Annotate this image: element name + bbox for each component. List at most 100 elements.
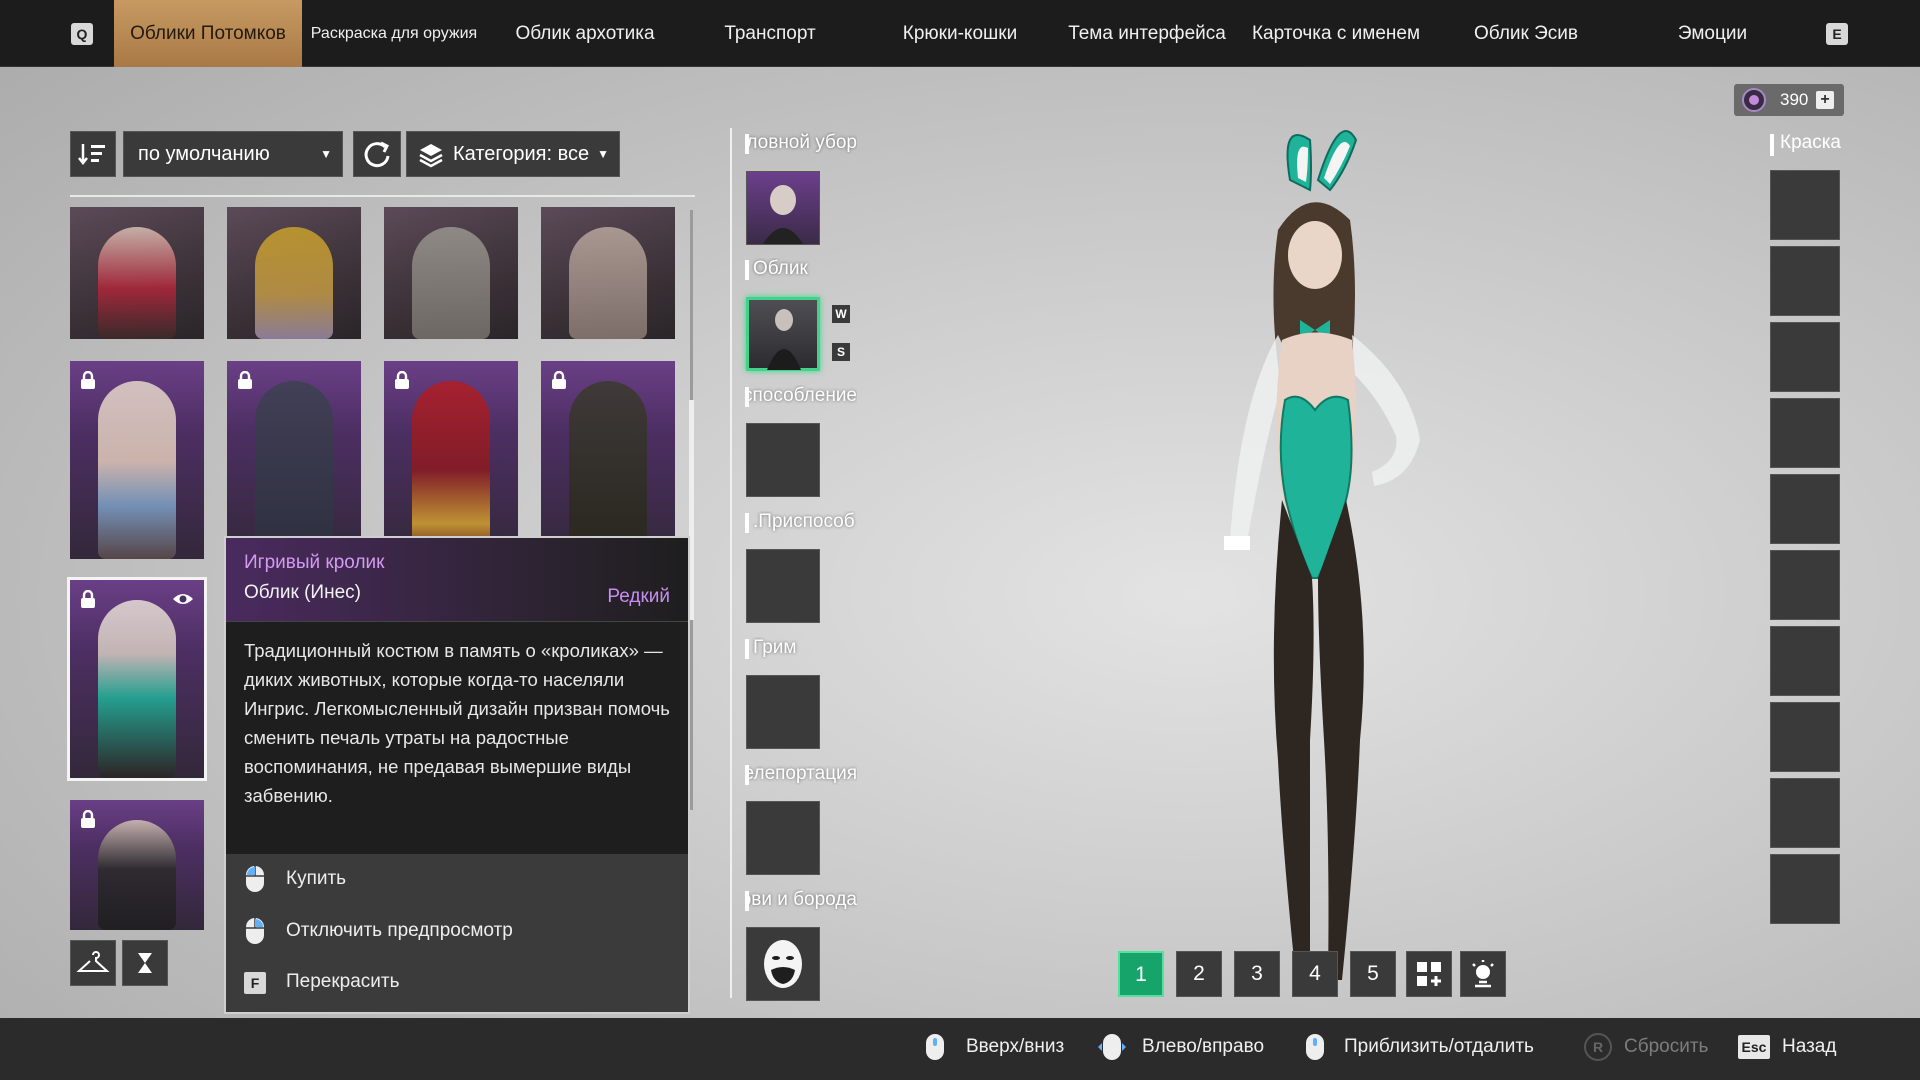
hint-left-right: Влево/вправо: [1142, 1036, 1265, 1057]
top-nav: Q Облики Потомков Раскраска для оружия О…: [0, 0, 1920, 67]
preset-3[interactable]: 3: [1234, 951, 1280, 997]
headwear-thumbnail-icon: [763, 185, 803, 244]
hint-back[interactable]: Назад: [1782, 1036, 1836, 1058]
mouse-left-click-icon: [246, 866, 264, 892]
next-tab-key[interactable]: E: [1826, 23, 1848, 45]
paint-slot[interactable]: [1770, 626, 1840, 696]
skin-card-locked[interactable]: [384, 361, 518, 559]
skin-card[interactable]: [70, 207, 204, 339]
tab-descendant-skins[interactable]: Облики Потомков: [114, 0, 302, 67]
hint-reset[interactable]: Сбросить: [1624, 1036, 1708, 1058]
hint-zoom: Приблизить/отдалить: [1344, 1036, 1534, 1057]
paint-slot[interactable]: [1770, 246, 1840, 316]
skin-card-locked[interactable]: [541, 361, 675, 559]
preset-5[interactable]: 5: [1350, 951, 1396, 997]
tab-weapon-paint[interactable]: Раскраска для оружия: [302, 0, 486, 67]
mouse-right-click-icon: [246, 918, 264, 944]
tab-grappling-hooks[interactable]: Крюки-кошки: [880, 0, 1040, 67]
buy-action[interactable]: Купить: [286, 868, 346, 890]
paint-slot[interactable]: [1770, 778, 1840, 848]
sort-dropdown-value: по умолчанию: [138, 143, 270, 165]
preset-4[interactable]: 4: [1292, 951, 1338, 997]
toggle-preview-action[interactable]: Отключить предпросмотр: [286, 920, 513, 942]
lighting-button[interactable]: [1460, 951, 1506, 997]
recolor-action[interactable]: Перекрасить: [286, 971, 400, 993]
slots-divider: [730, 128, 732, 998]
hanger-icon: [76, 951, 110, 972]
recolor-key: F: [244, 972, 266, 994]
tooltip-header: Игривый кролик Облик (Инес) Редкий: [226, 538, 688, 622]
slot-makeup[interactable]: [746, 675, 820, 749]
tab-esiv-skin[interactable]: Облик Эсив: [1446, 0, 1606, 67]
sort-dropdown[interactable]: по умолчанию ▼: [123, 131, 343, 177]
lock-icon: [238, 371, 252, 389]
skin-card[interactable]: [541, 207, 675, 339]
category-dropdown-value: Категория: все: [453, 143, 589, 165]
hanger-button[interactable]: [70, 940, 116, 986]
slot-skin[interactable]: [746, 297, 820, 371]
paint-slot[interactable]: [1770, 550, 1840, 620]
currency-display[interactable]: 390 +: [1734, 84, 1844, 116]
slot-device[interactable]: [746, 549, 820, 623]
tab-emotes[interactable]: Эмоции: [1640, 0, 1785, 67]
reset-key: R: [1584, 1033, 1612, 1061]
skin-card[interactable]: [227, 207, 361, 339]
skin-card-locked[interactable]: [70, 800, 204, 930]
preset-1[interactable]: 1: [1118, 951, 1164, 997]
slot-teleport[interactable]: [746, 801, 820, 875]
paint-slot[interactable]: [1770, 474, 1840, 544]
paint-slot[interactable]: [1770, 854, 1840, 924]
character-preview[interactable]: [1160, 120, 1520, 1020]
currency-coin-icon: [1742, 88, 1766, 112]
add-preset-button[interactable]: [1406, 951, 1452, 997]
tooltip-skin-name: Игривый кролик: [244, 552, 385, 573]
sort-order-button[interactable]: [70, 131, 116, 177]
slot-eyebrows[interactable]: [746, 927, 820, 1001]
skin-card-locked[interactable]: [227, 361, 361, 559]
lock-icon: [81, 810, 95, 828]
slot-adornment[interactable]: [746, 423, 820, 497]
slot-label-teleport: Телепортация: [745, 763, 857, 785]
lock-icon: [395, 371, 409, 389]
skin-thumbnail-icon: [767, 309, 801, 370]
tab-name-card[interactable]: Карточка с именем: [1246, 0, 1426, 67]
paint-slot[interactable]: [1770, 398, 1840, 468]
tab-archotic-skin[interactable]: Облик архотика: [500, 0, 670, 67]
tooltip-rarity: Редкий: [607, 586, 670, 607]
paint-slot[interactable]: [1770, 170, 1840, 240]
slot-label-adornment: Приспособление: [745, 385, 857, 407]
lock-icon: [81, 371, 95, 389]
currency-amount: 390: [1780, 90, 1809, 109]
tooltip-actions: Купить Отключить предпросмотр F Перекрас…: [226, 854, 688, 1012]
add-currency-button[interactable]: +: [1816, 91, 1834, 109]
paint-slot[interactable]: [1770, 322, 1840, 392]
tab-ui-theme[interactable]: Тема интерфейса: [1062, 0, 1232, 67]
preset-2[interactable]: 2: [1176, 951, 1222, 997]
mouse-drag-icon: [1098, 1034, 1126, 1060]
tooltip-skin-type: Облик (Инес): [244, 582, 361, 603]
lock-icon: [552, 371, 566, 389]
category-dropdown[interactable]: Категория: все ▼: [406, 131, 620, 177]
skin-tooltip: Игривый кролик Облик (Инес) Редкий Тради…: [224, 536, 690, 1014]
skin-card-selected[interactable]: [67, 577, 207, 781]
reset-filter-button[interactable]: [353, 131, 401, 177]
face-silhouette-icon: [764, 940, 802, 988]
slot-label-makeup: Грим: [745, 637, 857, 659]
mouse-scroll-icon: [926, 1034, 944, 1060]
eye-icon: [173, 594, 193, 604]
hourglass-button[interactable]: [122, 940, 168, 986]
skin-card-locked[interactable]: [70, 361, 204, 559]
hourglass-icon: [138, 953, 152, 973]
paint-label: Краска: [1770, 132, 1841, 156]
hint-up-down: Вверх/вниз: [966, 1036, 1065, 1057]
slot-label-device: Приспособ.: [745, 511, 857, 533]
slot-label-headwear: Головной убор: [745, 132, 857, 154]
slot-headwear[interactable]: [746, 171, 820, 245]
grid-add-icon: [1417, 962, 1441, 986]
tab-vehicle[interactable]: Транспорт: [700, 0, 840, 67]
skin-card[interactable]: [384, 207, 518, 339]
slot-label-skin: Облик: [745, 258, 857, 280]
prev-tab-key[interactable]: Q: [71, 23, 93, 45]
paint-slot[interactable]: [1770, 702, 1840, 772]
esc-key: Esc: [1738, 1035, 1770, 1059]
